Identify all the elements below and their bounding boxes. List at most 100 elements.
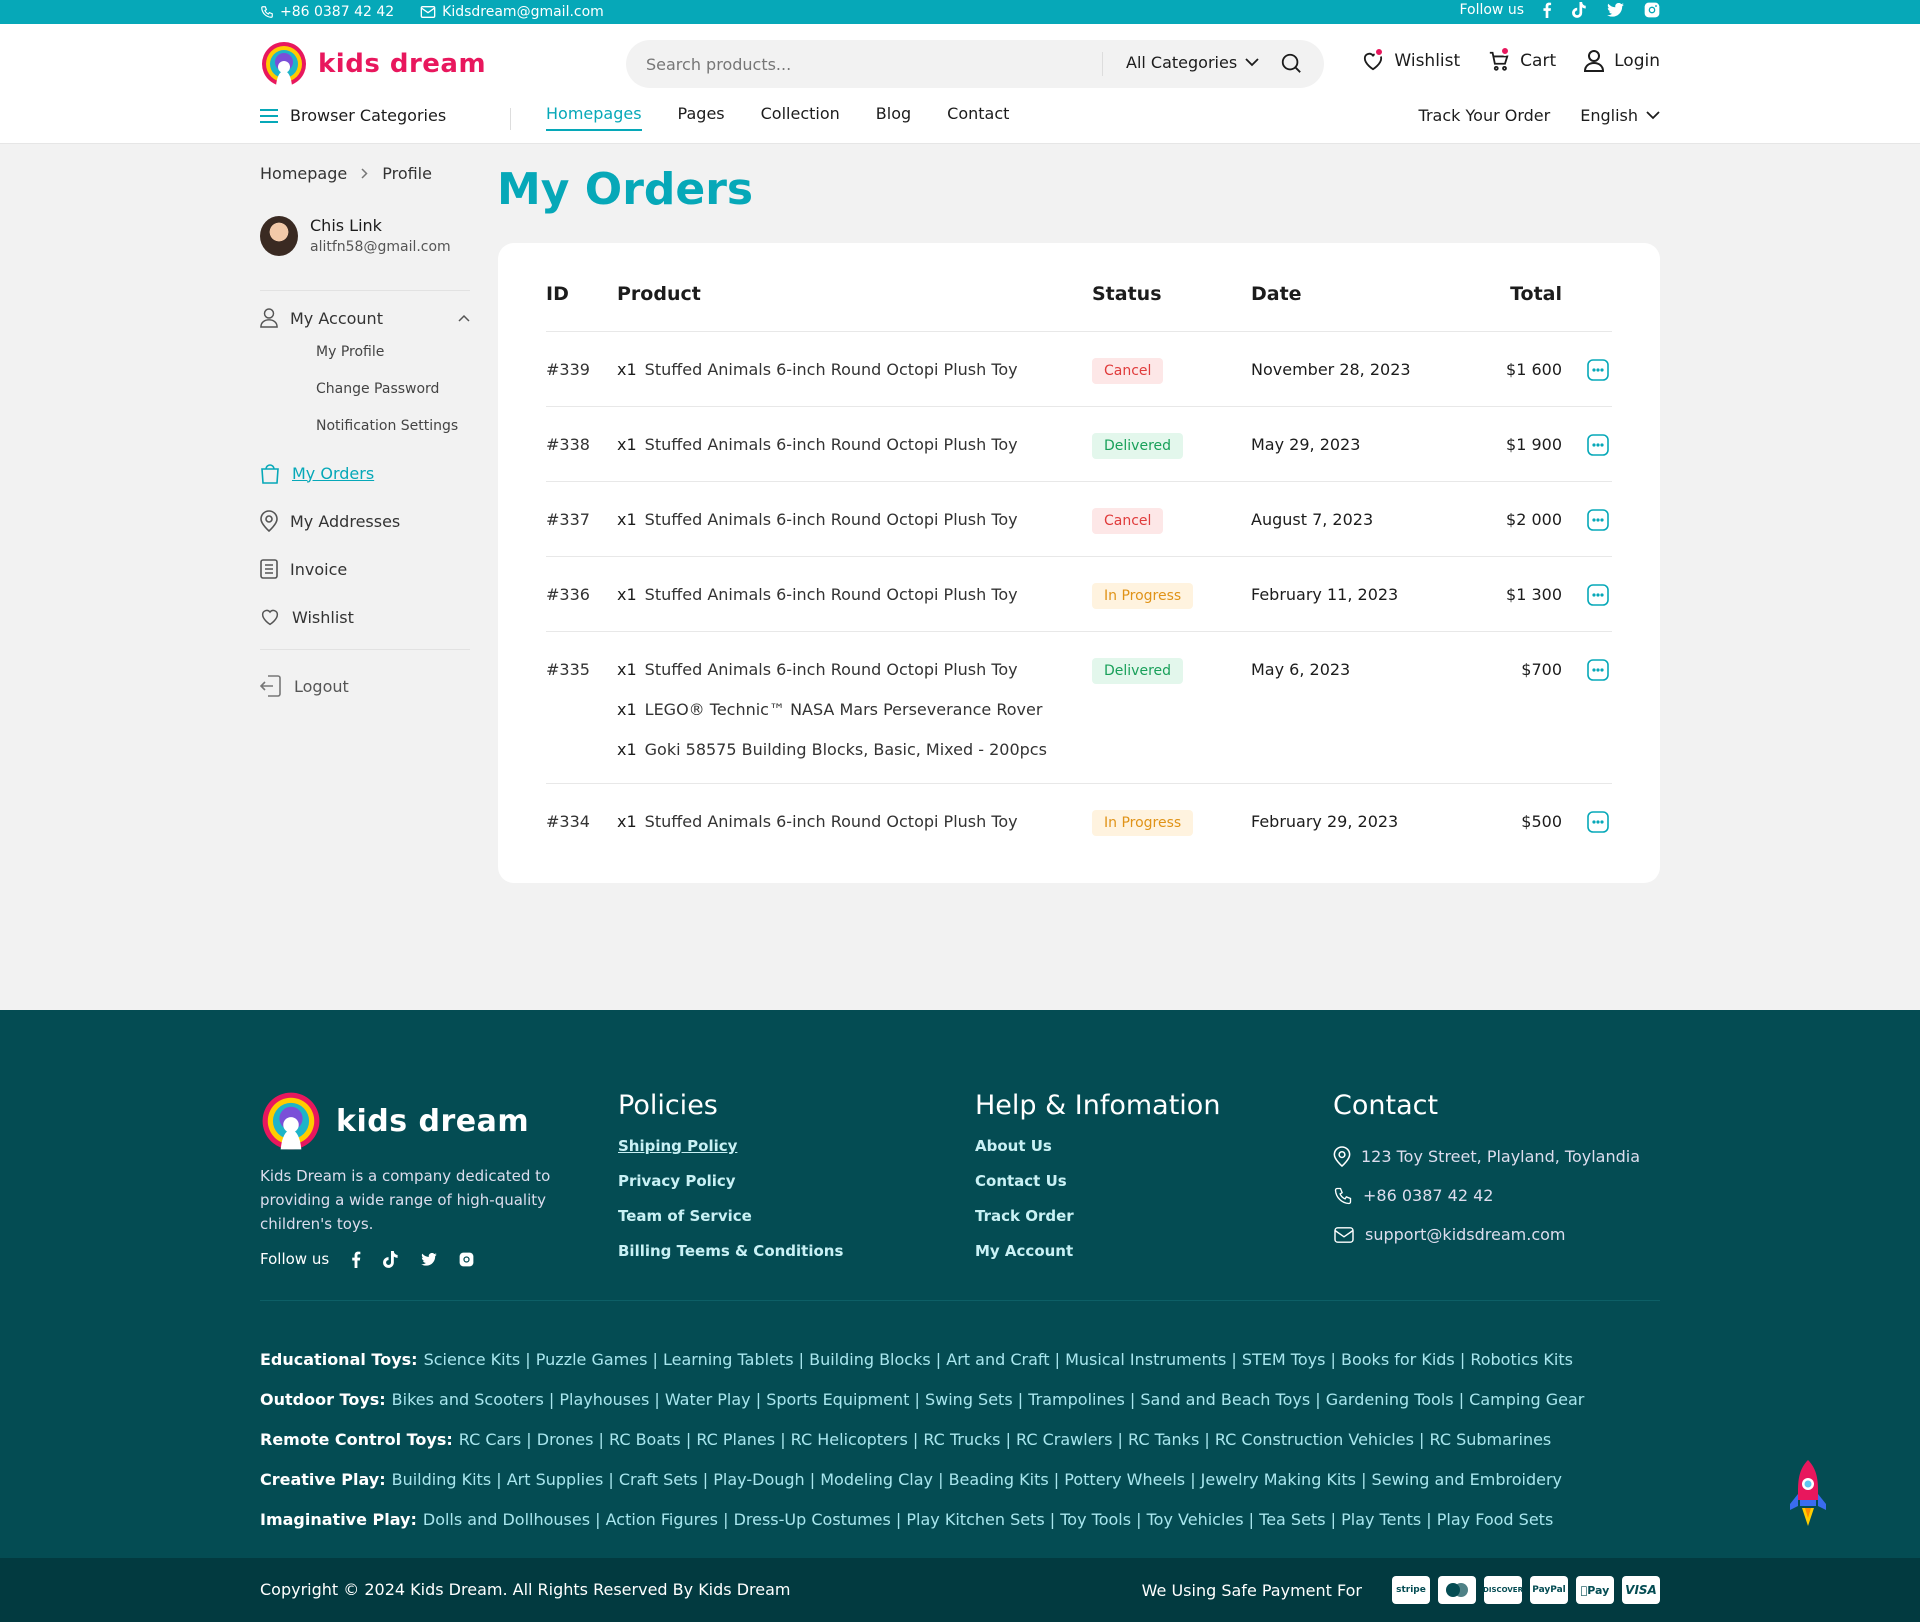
category-label: Imaginative Play: — [260, 1510, 417, 1529]
table-row[interactable]: #334 x1 Stuffed Animals 6-inch Round Octo… — [546, 783, 1612, 858]
table-row[interactable]: #336 x1 Stuffed Animals 6-inch Round Octo… — [546, 556, 1612, 631]
search-bar: All Categories — [626, 40, 1324, 88]
sidebar-item-label: My Orders — [292, 463, 375, 483]
order-item-name: Goki 58575 Building Blocks, Basic, Mixed… — [644, 740, 1047, 759]
order-id: #335 — [546, 660, 590, 679]
search-button[interactable] — [1280, 52, 1302, 74]
logout-icon — [260, 675, 282, 697]
more-options-icon[interactable] — [1587, 434, 1609, 456]
facebook-icon[interactable] — [1542, 2, 1552, 18]
nav-blog[interactable]: Blog — [876, 104, 911, 131]
footer-logo[interactable]: kids dream — [260, 1090, 529, 1152]
order-date: February 11, 2023 — [1251, 585, 1399, 604]
table-row[interactable]: #338 x1 Stuffed Animals 6-inch Round Octo… — [546, 406, 1612, 481]
sidebar-item-my-account[interactable]: My Account — [260, 302, 470, 334]
nav-contact[interactable]: Contact — [947, 104, 1009, 131]
category-links[interactable]: Science Kits | Puzzle Games | Learning T… — [424, 1350, 1573, 1369]
sidebar-divider — [260, 290, 470, 291]
category-links[interactable]: Dolls and Dollhouses | Action Figures | … — [423, 1510, 1553, 1529]
payment-label: We Using Safe Payment For — [1141, 1580, 1362, 1600]
footer-link-billing-terms[interactable]: Billing Teems & Conditions — [618, 1242, 843, 1277]
shopping-bag-icon — [260, 462, 280, 484]
footer-policies-title: Policies — [618, 1090, 718, 1121]
sidebar-item-wishlist[interactable]: Wishlist — [260, 601, 470, 633]
category-label: Educational Toys: — [260, 1350, 418, 1369]
order-item-name: Stuffed Animals 6-inch Round Octopi Plus… — [644, 435, 1018, 454]
footer-phone[interactable]: +86 0387 42 42 — [1333, 1176, 1640, 1215]
brand-logo[interactable]: kids dream — [260, 40, 486, 88]
table-row[interactable]: #337 x1 Stuffed Animals 6-inch Round Octo… — [546, 481, 1612, 556]
order-date: February 29, 2023 — [1251, 812, 1399, 831]
breadcrumb-current: Profile — [382, 164, 432, 183]
category-links[interactable]: RC Cars | Drones | RC Boats | RC Planes … — [459, 1430, 1552, 1449]
language-select[interactable]: English — [1580, 106, 1660, 125]
cart-button[interactable]: Cart — [1488, 46, 1556, 72]
twitter-icon[interactable] — [421, 1252, 437, 1266]
location-pin-icon — [260, 510, 278, 532]
sidebar-item-change-password[interactable]: Change Password — [316, 371, 470, 408]
wishlist-button[interactable]: Wishlist — [1362, 47, 1460, 71]
browse-categories-button[interactable]: Browser Categories — [260, 106, 446, 125]
facebook-icon[interactable] — [351, 1251, 361, 1268]
category-select[interactable]: All Categories — [1126, 53, 1259, 72]
tiktok-icon[interactable] — [1572, 2, 1587, 18]
chevron-up-icon[interactable] — [458, 314, 470, 322]
instagram-icon[interactable] — [459, 1252, 474, 1267]
sidebar-item-my-profile[interactable]: My Profile — [316, 334, 470, 371]
order-item-qty: x1 — [617, 510, 637, 529]
more-options-icon[interactable] — [1587, 509, 1609, 531]
footer-link-privacy-policy[interactable]: Privacy Policy — [618, 1172, 843, 1207]
sidebar-item-my-orders[interactable]: My Orders — [260, 457, 470, 489]
footer-link-shipping-policy[interactable]: Shiping Policy — [618, 1137, 843, 1172]
nav-homepages[interactable]: Homepages — [546, 104, 642, 131]
browse-categories-label: Browser Categories — [290, 106, 447, 125]
footer-address-text: 123 Toy Street, Playland, Toylandia — [1361, 1147, 1641, 1166]
nav-pages[interactable]: Pages — [678, 104, 725, 131]
topbar-phone[interactable]: +86 0387 42 42 — [260, 4, 394, 20]
breadcrumb-home[interactable]: Homepage — [260, 164, 347, 183]
payment-methods: We Using Safe Payment For stripe DISCOVE… — [1142, 1576, 1660, 1604]
more-options-icon[interactable] — [1587, 359, 1609, 381]
footer-link-about-us[interactable]: About Us — [975, 1137, 1220, 1172]
footer-link-contact-us[interactable]: Contact Us — [975, 1172, 1220, 1207]
footer-link-my-account[interactable]: My Account — [975, 1242, 1220, 1277]
language-value: English — [1580, 106, 1638, 125]
nav-collection[interactable]: Collection — [761, 104, 840, 131]
footer-link-track-order[interactable]: Track Order — [975, 1207, 1220, 1242]
table-row[interactable]: #339 x1 Stuffed Animals 6-inch Round Octo… — [546, 331, 1612, 406]
user-card: Chis Link alitfn58@gmail.com — [260, 216, 451, 256]
header-date: Date — [1251, 283, 1302, 305]
footer-divider — [260, 1300, 1660, 1301]
sidebar-item-invoice[interactable]: Invoice — [260, 553, 470, 585]
sidebar-item-my-addresses[interactable]: My Addresses — [260, 505, 470, 537]
sidebar-item-notification-settings[interactable]: Notification Settings — [316, 408, 470, 445]
logout-label: Logout — [294, 676, 349, 696]
footer-category-row: Creative Play: Building Kits | Art Suppli… — [260, 1460, 1660, 1500]
footer-link-team-of-service[interactable]: Team of Service — [618, 1207, 843, 1242]
more-options-icon[interactable] — [1587, 584, 1609, 606]
order-item-name: Stuffed Animals 6-inch Round Octopi Plus… — [644, 585, 1018, 604]
sidebar-item-label: Wishlist — [292, 607, 354, 627]
order-item-name: LEGO® Technic™ NASA Mars Perseverance Ro… — [644, 700, 1043, 719]
logout-button[interactable]: Logout — [260, 670, 470, 702]
avatar — [260, 216, 298, 256]
login-button[interactable]: Login — [1584, 50, 1660, 72]
status-badge: Delivered — [1092, 433, 1184, 459]
order-item-qty: x1 — [617, 360, 637, 379]
footer-follow-label: Follow us — [260, 1250, 330, 1268]
more-options-icon[interactable] — [1587, 811, 1609, 833]
category-links[interactable]: Bikes and Scooters | Playhouses | Water … — [392, 1390, 1585, 1409]
twitter-icon[interactable] — [1607, 3, 1624, 17]
track-order-link[interactable]: Track Your Order — [1419, 106, 1551, 125]
table-row[interactable]: #335 x1 Stuffed Animals 6-inch Round Octo… — [546, 631, 1612, 783]
category-links[interactable]: Building Kits | Art Supplies | Craft Set… — [392, 1470, 1562, 1489]
search-input[interactable] — [646, 52, 1076, 76]
more-options-icon[interactable] — [1587, 659, 1609, 681]
footer-email[interactable]: support@kidsdream.com — [1333, 1215, 1640, 1254]
sidebar-divider — [260, 649, 470, 650]
status-badge: Cancel — [1092, 508, 1164, 534]
back-to-top-button[interactable] — [1788, 1458, 1828, 1528]
tiktok-icon[interactable] — [383, 1250, 399, 1268]
topbar-email[interactable]: Kidsdream@gmail.com — [420, 4, 604, 20]
instagram-icon[interactable] — [1644, 2, 1660, 18]
